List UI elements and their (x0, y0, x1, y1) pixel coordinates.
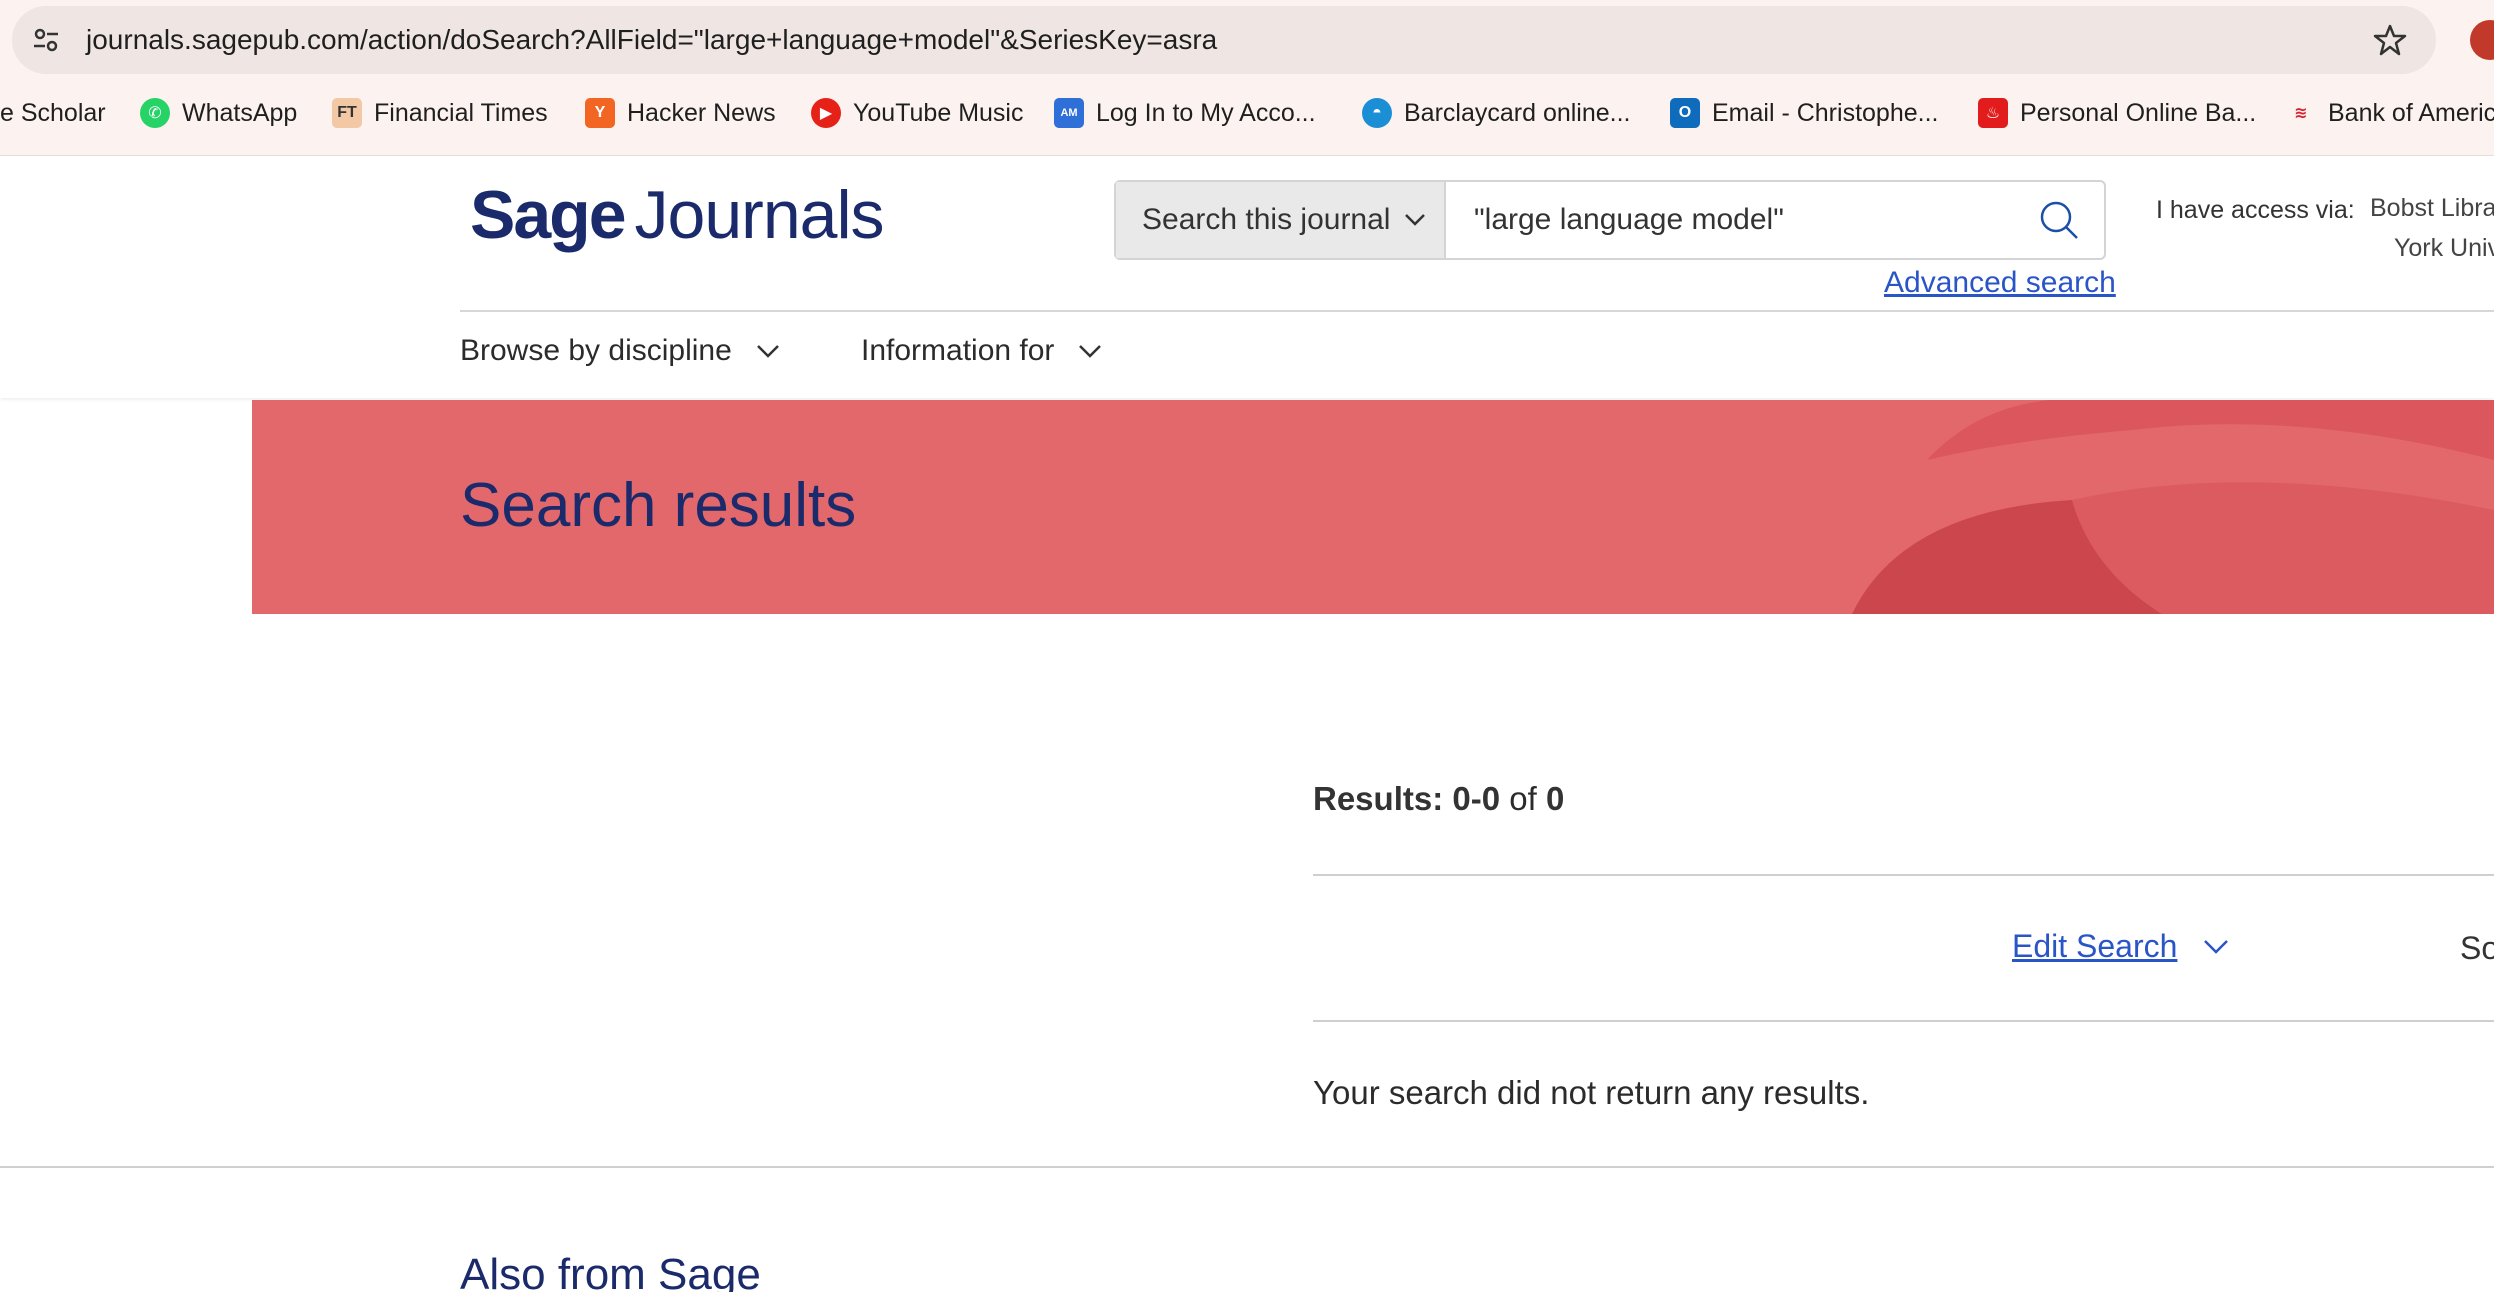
bookmark-barclaycard[interactable]: ◓ Barclaycard online... (1362, 90, 1631, 136)
results-divider-top (1313, 874, 2494, 876)
chevron-down-icon (2204, 939, 2229, 954)
search-results-banner: Search results (252, 400, 2494, 614)
bookmark-amex[interactable]: AM Log In to My Acco... (1054, 90, 1316, 136)
footer-divider (0, 1166, 2494, 1168)
edit-search-label: Edit Search (2012, 928, 2178, 964)
logo-sage-text: Sage (470, 177, 627, 253)
results-label: Results: (1313, 780, 1444, 817)
santander-icon: ♨ (1978, 98, 2008, 128)
nav-browse-label: Browse by discipline (460, 334, 732, 367)
amex-icon: AM (1054, 98, 1084, 128)
bookmark-label: Financial Times (374, 98, 548, 127)
bookmark-label: Bank of Americ (2328, 98, 2494, 127)
bookmark-label: Hacker News (627, 98, 776, 127)
also-from-sage-heading: Also from Sage (460, 1250, 761, 1292)
barclaycard-icon: ◓ (1362, 98, 1392, 128)
access-label: I have access via: (2156, 196, 2355, 224)
logo-journals-text: Journals (634, 177, 885, 253)
search-icon (2040, 201, 2078, 239)
search-bar: Search this journal (1114, 180, 2106, 260)
access-institution-line1[interactable]: Bobst Libra (2370, 194, 2494, 223)
advanced-search-link[interactable]: Advanced search (1884, 266, 2116, 300)
bank-of-america-icon: ≋ (2294, 105, 2308, 122)
search-button[interactable] (2014, 182, 2104, 258)
whatsapp-icon: ✆ (140, 98, 170, 128)
search-scope-dropdown[interactable]: Search this journal (1116, 182, 1446, 258)
nav-info-label: Information for (861, 334, 1055, 367)
bookmark-star-icon[interactable] (2372, 22, 2408, 58)
nav-information-for[interactable]: Information for (861, 328, 1102, 374)
results-divider-bottom (1313, 1020, 2494, 1022)
no-results-message: Your search did not return any results. (1313, 1074, 1870, 1111)
chevron-down-icon (1405, 214, 1426, 226)
search-scope-label: Search this journal (1142, 203, 1391, 236)
nav-browse-by-discipline[interactable]: Browse by discipline (460, 328, 780, 374)
ft-icon: FT (332, 98, 362, 128)
page-title: Search results (460, 471, 857, 540)
search-input[interactable] (1446, 182, 2014, 258)
bookmark-label: Personal Online Ba... (2020, 98, 2257, 127)
results-range: 0-0 (1452, 780, 1501, 817)
bookmark-label: Log In to My Acco... (1096, 98, 1316, 127)
bookmark-personal-banking[interactable]: ♨ Personal Online Ba... (1978, 90, 2256, 136)
results-count: Results: 0-0 of 0 (1313, 780, 1564, 818)
bookmarks-bar: e Scholar ✆ WhatsApp FT Financial Times … (0, 90, 2494, 136)
bookmark-label: Email - Christophe... (1712, 98, 1939, 127)
bookmark-label: Barclaycard online... (1404, 98, 1631, 127)
nav-divider (460, 310, 2494, 312)
youtube-music-icon: ▶ (811, 98, 841, 128)
access-institution-line2[interactable]: York Univ (2394, 234, 2494, 263)
bookmark-hacker-news[interactable]: Y Hacker News (585, 90, 776, 136)
results-of: of (1509, 780, 1537, 817)
bookmark-financial-times[interactable]: FT Financial Times (332, 90, 548, 136)
bookmark-label: e Scholar (0, 98, 106, 127)
site-info-icon[interactable] (30, 24, 62, 56)
outlook-icon: O (1670, 98, 1700, 128)
bookmark-label: WhatsApp (182, 98, 298, 127)
bookmark-scholar[interactable]: e Scholar (0, 90, 106, 136)
extension-icon[interactable] (2470, 20, 2494, 60)
bookmark-youtube-music[interactable]: ▶ YouTube Music (811, 90, 1023, 136)
hacker-news-icon: Y (585, 98, 615, 128)
sort-by-label[interactable]: So (2460, 930, 2494, 967)
chevron-down-icon (1079, 345, 1102, 358)
chevron-down-icon (756, 345, 779, 358)
browser-chrome: journals.sagepub.com/action/doSearch?All… (0, 0, 2494, 156)
bookmark-email[interactable]: O Email - Christophe... (1670, 90, 1938, 136)
bookmark-label: YouTube Music (853, 98, 1024, 127)
url-text[interactable]: journals.sagepub.com/action/doSearch?All… (86, 6, 1217, 74)
bookmark-bank-of-america[interactable]: ≋ Bank of Americ (2286, 90, 2494, 136)
bookmark-whatsapp[interactable]: ✆ WhatsApp (140, 90, 297, 136)
sage-journals-logo[interactable]: Sage Journals (470, 176, 885, 260)
results-total: 0 (1545, 780, 1565, 817)
edit-search-toggle[interactable]: Edit Search (2012, 928, 2229, 965)
site-header: Sage Journals Search this journal Advanc… (0, 156, 2494, 398)
address-bar[interactable]: journals.sagepub.com/action/doSearch?All… (12, 6, 2436, 74)
